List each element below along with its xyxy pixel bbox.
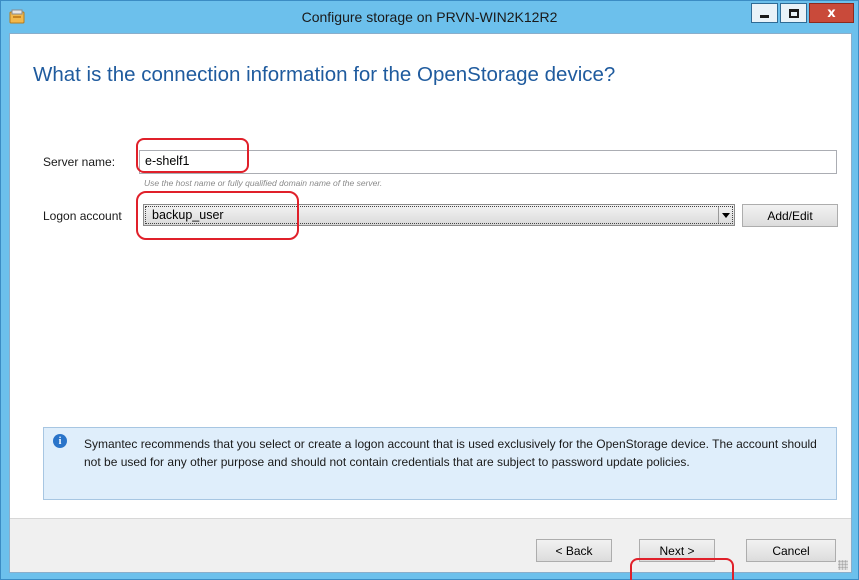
wizard-window: Configure storage on PRVN-WIN2K12R2 x Wh… — [0, 0, 859, 580]
maximize-icon — [788, 8, 799, 18]
title-bar[interactable]: Configure storage on PRVN-WIN2K12R2 x — [1, 1, 858, 33]
logon-account-value: backup_user — [152, 208, 224, 222]
info-icon: i — [53, 434, 67, 448]
minimize-icon — [760, 14, 769, 18]
server-name-label: Server name: — [43, 155, 116, 169]
next-button[interactable]: Next > — [639, 539, 715, 562]
logon-account-select[interactable]: backup_user — [143, 204, 735, 226]
info-message: Symantec recommends that you select or c… — [84, 437, 817, 469]
info-panel: i Symantec recommends that you select or… — [43, 427, 837, 500]
maximize-button[interactable] — [780, 3, 807, 23]
minimize-button[interactable] — [751, 3, 778, 23]
footer-bar — [10, 518, 851, 572]
resize-grip-icon[interactable] — [838, 560, 848, 570]
logon-account-label: Logon account — [43, 209, 122, 223]
server-name-hint: Use the host name or fully qualified dom… — [144, 178, 383, 188]
window-title: Configure storage on PRVN-WIN2K12R2 — [301, 9, 558, 25]
server-name-input[interactable]: e-shelf1 — [139, 150, 837, 174]
cancel-button[interactable]: Cancel — [746, 539, 836, 562]
back-button[interactable]: < Back — [536, 539, 612, 562]
add-edit-button[interactable]: Add/Edit — [742, 204, 838, 227]
close-button[interactable]: x — [809, 3, 854, 23]
page-title: What is the connection information for t… — [33, 63, 616, 86]
close-icon: x — [827, 5, 836, 21]
wizard-content: What is the connection information for t… — [9, 33, 852, 580]
chevron-down-icon[interactable] — [718, 207, 732, 223]
